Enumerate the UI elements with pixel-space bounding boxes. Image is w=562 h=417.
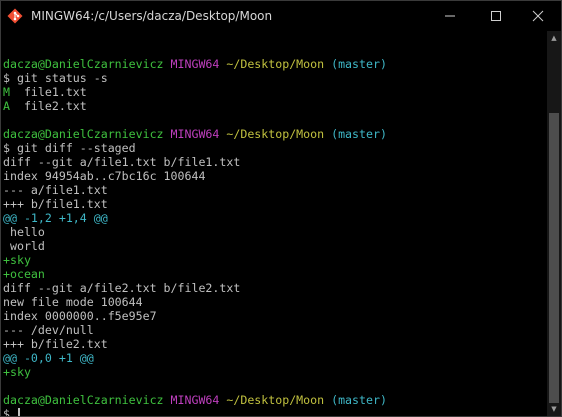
terminal-line: --- /dev/null [3, 323, 546, 337]
vertical-scrollbar[interactable]: ▲ ▼ [547, 31, 561, 416]
terminal-line: $ git diff --staged [3, 141, 546, 155]
terminal-text-segment: (master) [324, 127, 387, 141]
terminal-line: diff --git a/file1.txt b/file1.txt [3, 155, 546, 169]
terminal-line: dacza@DanielCzarnievicz MINGW64 ~/Deskto… [3, 393, 546, 407]
terminal-text-segment: dacza@DanielCzarnievicz [3, 127, 171, 141]
terminal-text-segment: +++ b/file1.txt [3, 197, 108, 211]
terminal-line: index 94954ab..c7bc16c 100644 [3, 169, 546, 183]
terminal-text-segment: ~/Desktop/Moon [226, 57, 325, 71]
terminal-text-segment: ~/Desktop/Moon [226, 393, 325, 407]
terminal-text-segment: MINGW64 [170, 127, 227, 141]
terminal-text-segment: $ git status -s [3, 71, 108, 85]
terminal-text-segment: +sky [3, 253, 31, 267]
title-bar[interactable]: MINGW64:/c/Users/dacza/Desktop/Moon [1, 1, 561, 31]
terminal-line: A file2.txt [3, 99, 546, 113]
terminal-line: +sky [3, 365, 546, 379]
terminal-text-segment: hello [3, 225, 45, 239]
terminal-line: dacza@DanielCzarnievicz MINGW64 ~/Deskto… [3, 57, 546, 71]
terminal-text-segment: dacza@DanielCzarnievicz [3, 393, 171, 407]
terminal-text-segment: @@ -0,0 +1 @@ [3, 351, 94, 365]
terminal-line: $ [3, 407, 546, 417]
terminal-text-segment: index 94954ab..c7bc16c 100644 [3, 169, 206, 183]
terminal-text-segment: diff --git a/file1.txt b/file1.txt [3, 155, 241, 169]
terminal-text-segment: diff --git a/file2.txt b/file2.txt [3, 281, 241, 295]
minimize-icon [445, 15, 455, 17]
terminal-text-segment: dacza@DanielCzarnievicz [3, 57, 171, 71]
terminal-line: +++ b/file1.txt [3, 197, 546, 211]
terminal-line: new file mode 100644 [3, 295, 546, 309]
terminal-line: @@ -1,2 +1,4 @@ [3, 211, 546, 225]
terminal-line: M file1.txt [3, 85, 546, 99]
terminal-text-segment: file2.txt [9, 99, 87, 113]
terminal-text-segment: (master) [324, 57, 387, 71]
terminal-line: --- a/file1.txt [3, 183, 546, 197]
terminal-text-segment: new file mode 100644 [3, 295, 143, 309]
terminal-line: diff --git a/file2.txt b/file2.txt [3, 281, 546, 295]
scrollbar-thumb[interactable] [549, 113, 559, 403]
close-icon [532, 10, 544, 22]
terminal-line: +++ b/file2.txt [3, 337, 546, 351]
terminal-text-segment: world [3, 239, 45, 253]
terminal-text-segment: +ocean [3, 267, 45, 281]
terminal-text-segment: @@ -1,2 +1,4 @@ [3, 211, 108, 225]
terminal-text-segment: +++ b/file2.txt [3, 337, 108, 351]
maximize-button[interactable] [473, 1, 519, 31]
terminal-text-segment: M [3, 85, 10, 99]
terminal-line: hello [3, 225, 546, 239]
terminal-text-segment: MINGW64 [170, 393, 227, 407]
window-title: MINGW64:/c/Users/dacza/Desktop/Moon [31, 9, 273, 23]
terminal-text-segment: +sky [3, 365, 31, 379]
maximize-icon [491, 11, 501, 21]
terminal-text-segment: --- /dev/null [3, 323, 94, 337]
terminal-text-segment: ~/Desktop/Moon [226, 127, 325, 141]
terminal-text-segment: $ [3, 407, 17, 417]
terminal-text-segment: (master) [324, 393, 387, 407]
terminal-line: index 0000000..f5e95e7 [3, 309, 546, 323]
terminal-text-segment: --- a/file1.txt [3, 183, 108, 197]
terminal-line: dacza@DanielCzarnievicz MINGW64 ~/Deskto… [3, 127, 546, 141]
terminal-text-segment: index 0000000..f5e95e7 [3, 309, 157, 323]
text-cursor [17, 408, 20, 416]
git-bash-icon[interactable] [7, 8, 23, 24]
terminal-window: MINGW64:/c/Users/dacza/Desktop/Moon dacz… [0, 0, 562, 417]
minimize-button[interactable] [427, 1, 473, 31]
terminal-line: $ git status -s [3, 71, 546, 85]
scroll-up-arrow-icon[interactable]: ▲ [547, 31, 561, 45]
terminal-output[interactable]: dacza@DanielCzarnievicz MINGW64 ~/Deskto… [1, 31, 546, 416]
terminal-text-segment: MINGW64 [170, 57, 227, 71]
scroll-down-arrow-icon[interactable]: ▼ [547, 402, 561, 416]
terminal-text-segment: A [3, 99, 10, 113]
close-button[interactable] [515, 1, 561, 31]
terminal-line: +sky [3, 253, 546, 267]
terminal-text-segment: $ git diff --staged [3, 141, 136, 155]
terminal-line: world [3, 239, 546, 253]
terminal-line: +ocean [3, 267, 546, 281]
terminal-text-segment: file1.txt [9, 85, 87, 99]
terminal-line: @@ -0,0 +1 @@ [3, 351, 546, 365]
